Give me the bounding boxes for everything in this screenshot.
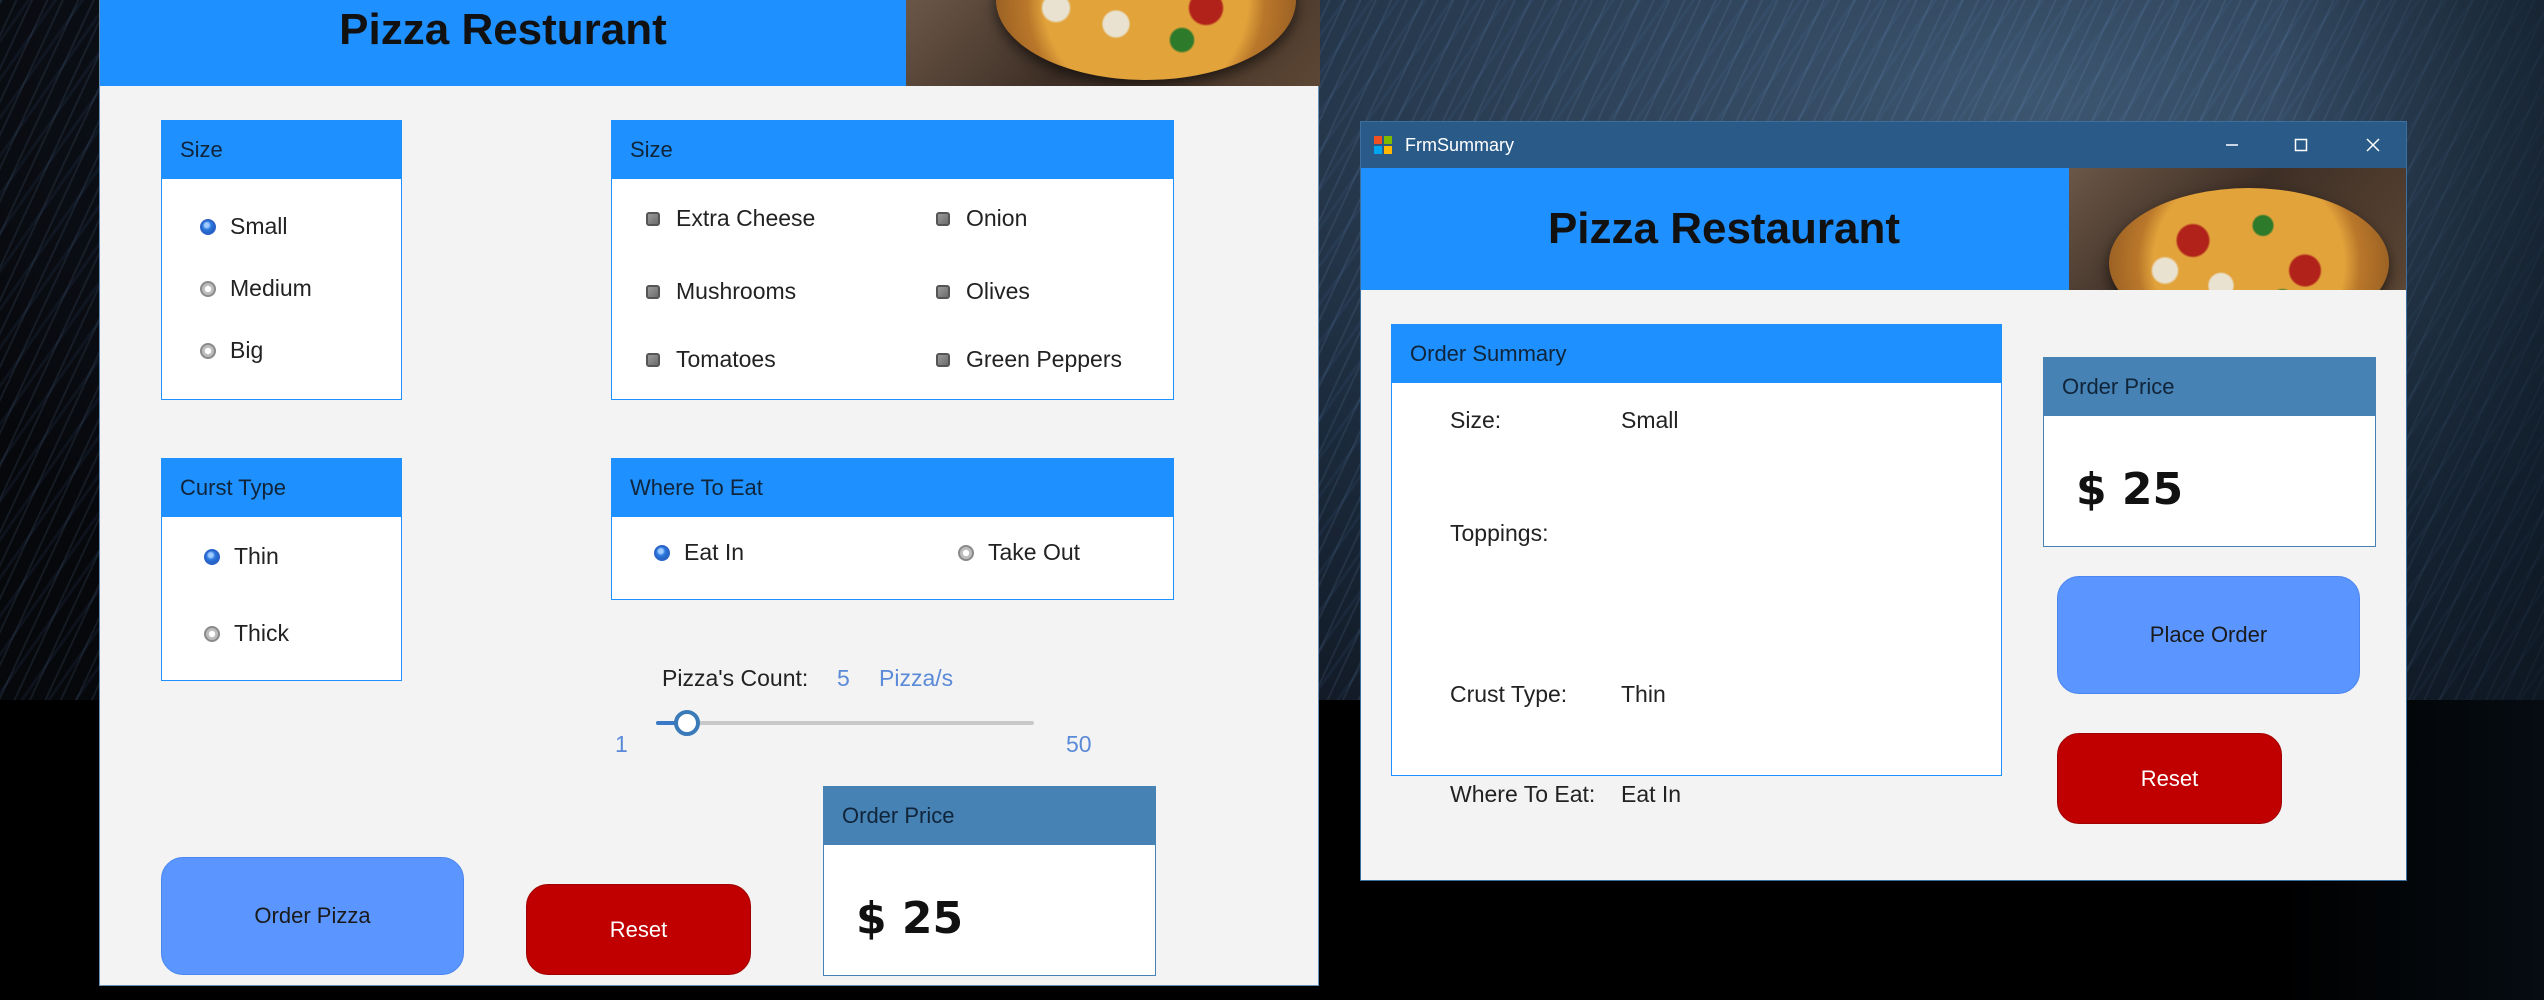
summary-order-price-value: $ 25 [2076, 464, 2184, 515]
summary-order-price-group: Order Price $ 25 [2043, 357, 2376, 547]
pizza-count-label: Pizza's Count: [662, 665, 809, 691]
order-summary-group: Order Summary Size: Small Toppings: Crus… [1391, 324, 2002, 807]
radio-unselected-icon [200, 280, 216, 297]
topping-onion-label: Onion [966, 205, 1028, 231]
pizza-count-slider-track[interactable] [656, 721, 1034, 725]
summary-size-value: Small [1621, 407, 1679, 433]
summary-size-label: Size: [1450, 407, 1502, 433]
summary-window-title: FrmSummary [1405, 135, 1514, 155]
toppings-group-header: Size [612, 121, 1173, 179]
topping-extra-cheese-label: Extra Cheese [676, 205, 816, 231]
order-pizza-button[interactable]: Order Pizza [161, 857, 464, 975]
topping-green-peppers-label: Green Peppers [966, 346, 1122, 372]
maximize-button[interactable] [2269, 122, 2333, 168]
pizza-image [906, 0, 1320, 86]
pizza-count-slider-thumb[interactable] [673, 710, 700, 736]
order-price-value: $ 25 [856, 893, 964, 944]
topping-olives-checkbox[interactable]: Olives [936, 278, 1030, 305]
order-price-header: Order Price [824, 787, 1155, 845]
crust-radio-thin-label: Thin [234, 543, 279, 569]
topping-mushrooms-checkbox[interactable]: Mushrooms [646, 278, 796, 305]
close-button[interactable] [2341, 122, 2405, 168]
summary-title: Pizza Restaurant [1547, 204, 1901, 253]
order-price-group: Order Price $ 25 [823, 786, 1156, 976]
order-summary-header: Order Summary [1392, 325, 2001, 383]
size-group: Size Small Medium Big [161, 120, 402, 400]
checkbox-icon [646, 352, 660, 367]
radio-unselected-icon [204, 625, 220, 642]
app-icon [1374, 136, 1392, 154]
place-order-button[interactable]: Place Order [2057, 576, 2360, 694]
pizza-image [2069, 168, 2406, 290]
summary-titlebar: FrmSummary [1361, 122, 2406, 168]
radio-selected-icon [654, 544, 670, 561]
pizza-count-unit: Pizza/s [879, 665, 954, 691]
topping-onion-checkbox[interactable]: Onion [936, 205, 1027, 232]
crust-group: Curst Type Thin Thick [161, 458, 402, 681]
topping-extra-cheese-checkbox[interactable]: Extra Cheese [646, 205, 815, 232]
crust-radio-thick-label: Thick [234, 620, 289, 646]
main-title: Pizza Resturant [339, 5, 667, 54]
size-radio-small-label: Small [230, 213, 288, 239]
topping-mushrooms-label: Mushrooms [676, 278, 797, 304]
close-icon [2366, 138, 2380, 152]
topping-olives-label: Olives [966, 278, 1030, 304]
summary-toppings-label: Toppings: [1450, 520, 1549, 546]
where-to-eat-group: Where To Eat Eat In Take Out [611, 458, 1174, 600]
crust-group-header: Curst Type [162, 459, 401, 517]
summary-crust-label: Crust Type: [1450, 681, 1568, 707]
pizza-count-value: 5 [837, 665, 850, 691]
crust-radio-thick[interactable]: Thick [204, 620, 289, 647]
maximize-icon [2294, 138, 2308, 152]
pizza-count-min: 1 [615, 731, 628, 757]
checkbox-icon [936, 284, 950, 299]
radio-unselected-icon [958, 544, 974, 561]
topping-tomatoes-checkbox[interactable]: Tomatoes [646, 346, 776, 373]
topping-tomatoes-label: Tomatoes [676, 346, 776, 372]
take-out-radio[interactable]: Take Out [958, 539, 1080, 566]
summary-where-value: Eat In [1621, 781, 1682, 807]
eat-in-radio[interactable]: Eat In [654, 539, 744, 566]
size-radio-small[interactable]: Small [200, 213, 288, 240]
take-out-radio-label: Take Out [988, 539, 1081, 565]
size-radio-big-label: Big [230, 337, 264, 363]
reset-button[interactable]: Reset [526, 884, 751, 975]
summary-order-price-header: Order Price [2044, 358, 2375, 416]
checkbox-icon [936, 352, 950, 367]
pizza-count-max: 50 [1066, 731, 1092, 757]
radio-selected-icon [204, 548, 220, 565]
checkbox-icon [646, 284, 660, 299]
eat-in-radio-label: Eat In [684, 539, 745, 565]
minimize-button[interactable] [2200, 122, 2264, 168]
summary-window: FrmSummary Pizza Restaurant Order Summar… [1360, 121, 2407, 881]
toppings-group: Size Extra Cheese Onion Mushrooms Olives… [611, 120, 1174, 400]
main-order-window: Pizza Resturant Size Small Medium Big Si… [99, 0, 1320, 986]
summary-crust-value: Thin [1621, 681, 1666, 707]
radio-unselected-icon [200, 342, 216, 359]
where-to-eat-group-header: Where To Eat [612, 459, 1173, 517]
size-radio-medium[interactable]: Medium [200, 275, 312, 302]
radio-selected-icon [200, 218, 216, 235]
size-radio-medium-label: Medium [230, 275, 312, 301]
size-group-header: Size [162, 121, 401, 179]
size-radio-big[interactable]: Big [200, 337, 263, 364]
topping-green-peppers-checkbox[interactable]: Green Peppers [936, 346, 1122, 373]
checkbox-icon [646, 211, 660, 226]
crust-radio-thin[interactable]: Thin [204, 543, 279, 570]
summary-reset-button[interactable]: Reset [2057, 733, 2282, 824]
summary-where-label: Where To Eat: [1450, 781, 1596, 807]
minimize-icon [2226, 144, 2238, 146]
checkbox-icon [936, 211, 950, 226]
